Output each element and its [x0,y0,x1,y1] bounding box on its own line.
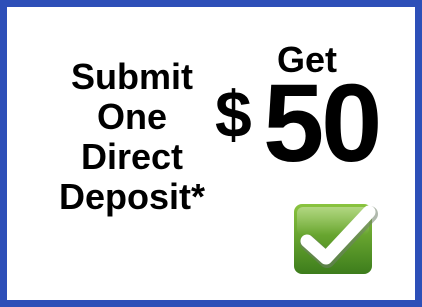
promo-instructions: Submit One Direct Deposit* [43,57,221,217]
promo-line-deposit: Deposit* [58,176,206,217]
promo-card: Submit One Direct Deposit* Get $ 50 [0,0,422,307]
promo-line-one: One [96,96,167,137]
reward-amount: 50 [263,62,382,185]
promo-line-submit: Submit [71,56,193,97]
promo-line-direct: Direct [80,136,184,177]
currency-symbol: $ [215,77,252,151]
checkmark-icon [294,204,378,274]
